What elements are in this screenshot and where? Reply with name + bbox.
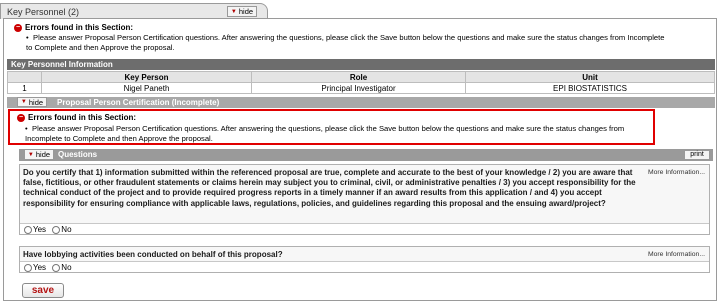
more-information-link-2[interactable]: More Information... xyxy=(648,251,705,258)
triangle-down-icon: ▼ xyxy=(20,99,27,105)
triangle-down-icon: ▼ xyxy=(230,8,237,15)
radio-button[interactable] xyxy=(24,263,32,272)
certification-error-heading: − Errors found in this Section: xyxy=(17,113,136,122)
answer-yes-label: Yes xyxy=(33,263,47,272)
error-icon: − xyxy=(17,113,25,122)
row-key-person: Nigel Paneth xyxy=(41,82,252,94)
section-error-block: − Errors found in this Section: • Please … xyxy=(14,23,704,52)
questions-bar: ▼ hide Questions print xyxy=(19,149,713,161)
column-header-index xyxy=(7,71,42,83)
section-error-heading: − Errors found in this Section: xyxy=(14,23,704,32)
bullet-icon: • xyxy=(25,124,28,133)
bullet-icon: • xyxy=(26,33,29,42)
column-header-key-person: Key Person xyxy=(41,71,252,83)
answer-no-1[interactable]: No xyxy=(52,225,72,234)
certification-error-heading-text: Errors found in this Section: xyxy=(28,113,137,122)
hide-label: hide xyxy=(28,97,44,107)
answer-no-2[interactable]: No xyxy=(52,263,72,272)
answer-yes-2[interactable]: Yes xyxy=(24,263,46,272)
section-error-message-text: Please answer Proposal Person Certificat… xyxy=(26,33,665,52)
questions-title: Questions xyxy=(58,150,98,159)
table-header-row: Key Person Role Unit xyxy=(7,71,715,83)
radio-button[interactable] xyxy=(52,263,61,272)
section-error-message: • Please answer Proposal Person Certifica… xyxy=(26,33,666,52)
row-role: Principal Investigator xyxy=(251,82,466,94)
column-header-role: Role xyxy=(251,71,466,83)
hide-label: hide xyxy=(238,7,254,16)
question-text-2: Have lobbying activities been conducted … xyxy=(23,250,283,259)
key-personnel-table: Key Person Role Unit 1 Nigel Paneth Prin… xyxy=(7,71,715,94)
certification-error-box: − Errors found in this Section: • Please … xyxy=(8,109,655,145)
answer-options-2: Yes No xyxy=(20,261,709,272)
hide-questions-button[interactable]: ▼ hide xyxy=(24,149,54,160)
key-personnel-header: Key Personnel Information xyxy=(7,59,715,70)
answer-yes-1[interactable]: Yes xyxy=(24,225,46,234)
certification-title: Proposal Person Certification (Incomplet… xyxy=(57,98,220,107)
tab-title: Key Personnel (2) xyxy=(7,7,80,17)
certification-error-message: • Please answer Proposal Person Certifica… xyxy=(25,124,645,143)
question-card-1: Do you certify that 1) information submi… xyxy=(19,164,710,235)
hide-certification-button[interactable]: ▼ hide xyxy=(17,97,47,107)
answer-options-1: Yes No xyxy=(20,223,709,234)
question-text-1: Do you certify that 1) information submi… xyxy=(23,168,636,208)
section-error-heading-text: Errors found in this Section: xyxy=(25,23,134,32)
radio-button[interactable] xyxy=(24,225,32,234)
answer-no-label: No xyxy=(61,263,72,272)
triangle-down-icon: ▼ xyxy=(27,151,34,158)
more-information-link-1[interactable]: More Information... xyxy=(648,169,705,176)
question-card-2: Have lobbying activities been conducted … xyxy=(19,246,710,273)
certification-bar: ▼ hide Proposal Person Certification (In… xyxy=(7,97,715,108)
column-header-unit: Unit xyxy=(465,71,715,83)
hide-label: hide xyxy=(35,150,51,159)
error-icon: − xyxy=(14,23,22,32)
tab-key-personnel[interactable]: Key Personnel (2) ▼ hide xyxy=(0,3,268,19)
print-button[interactable]: print xyxy=(684,150,710,160)
row-index: 1 xyxy=(7,82,42,94)
hide-key-personnel-button[interactable]: ▼ hide xyxy=(227,6,257,17)
answer-no-label: No xyxy=(61,225,72,234)
radio-button[interactable] xyxy=(52,225,61,234)
row-unit: EPI BIOSTATISTICS xyxy=(465,82,715,94)
table-row: 1 Nigel Paneth Principal Investigator EP… xyxy=(7,82,715,94)
answer-yes-label: Yes xyxy=(33,225,47,234)
save-button[interactable]: save xyxy=(22,283,64,298)
certification-error-message-text: Please answer Proposal Person Certificat… xyxy=(25,124,625,143)
tab-bar: Key Personnel (2) ▼ hide xyxy=(0,0,720,19)
